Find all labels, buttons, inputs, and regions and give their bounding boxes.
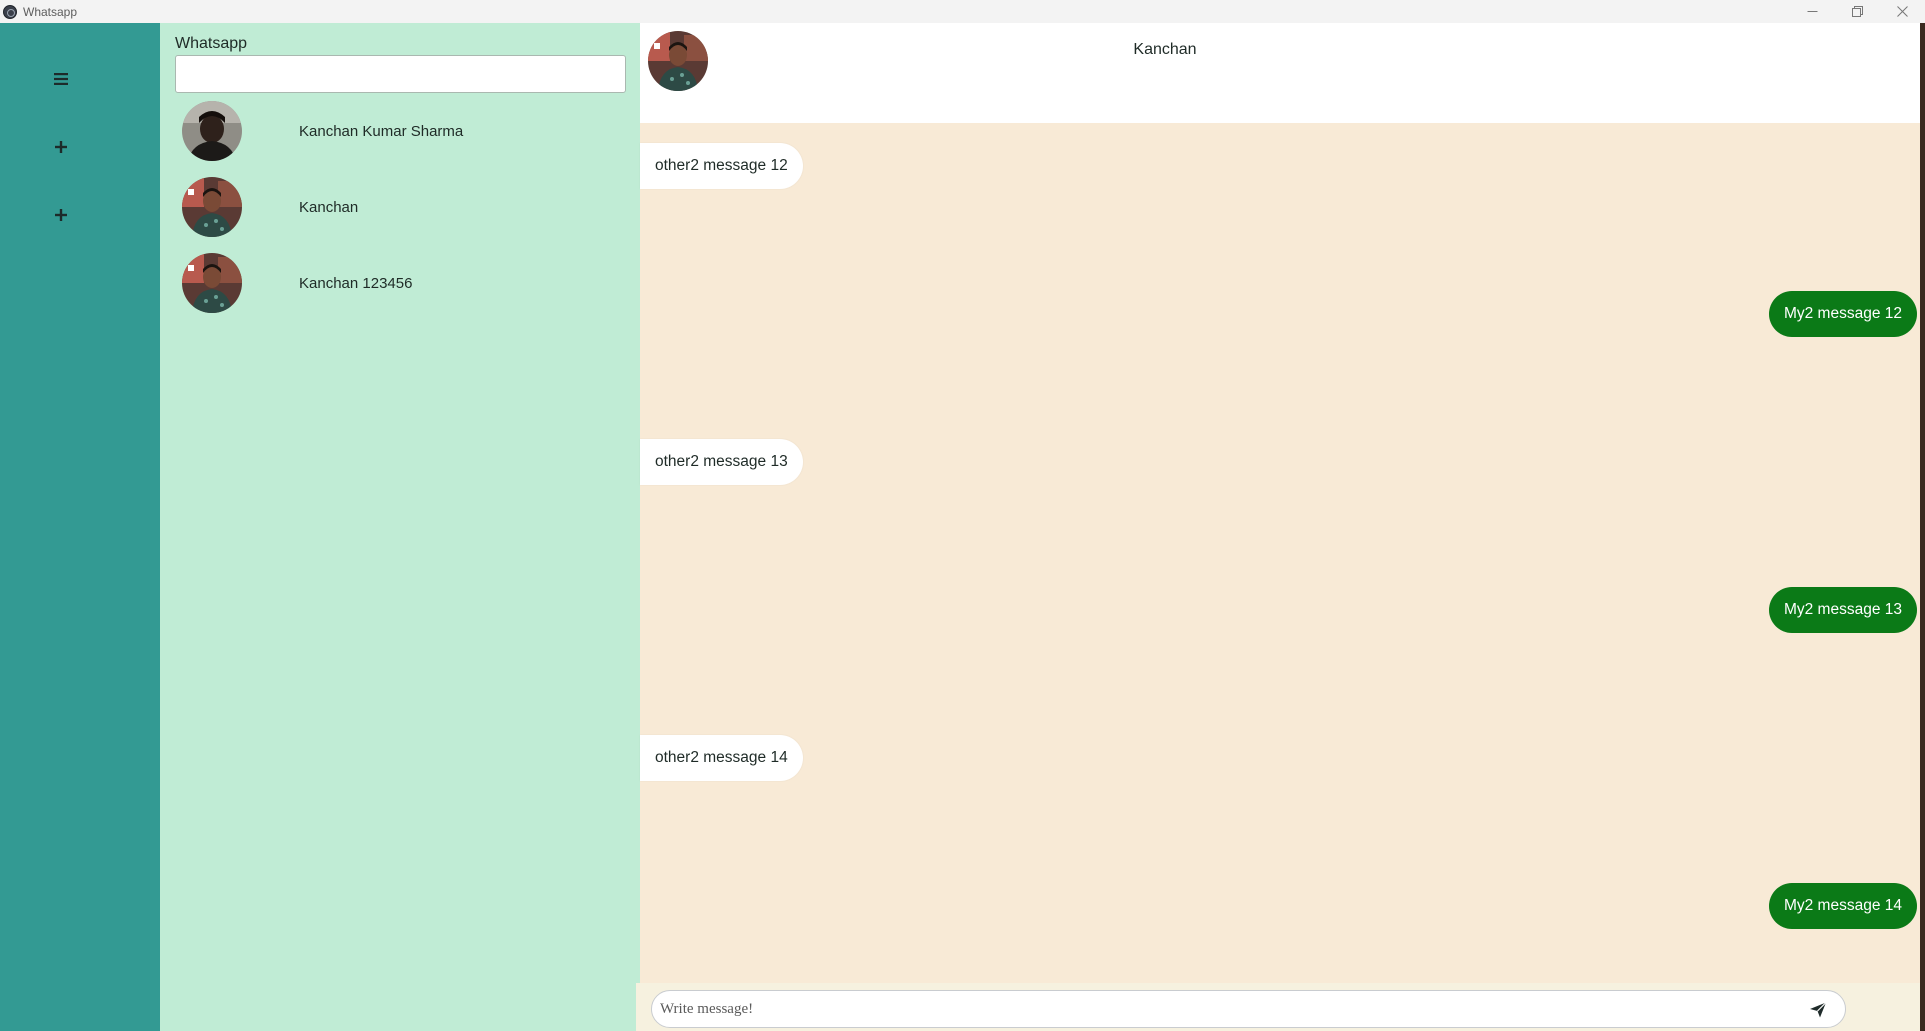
contact-item[interactable]: Kanchan 123456 [160, 251, 640, 315]
incoming-message: other2 message 14 [640, 735, 803, 781]
contact-name: Kanchan 123456 [299, 274, 413, 292]
window-controls [1790, 0, 1925, 23]
restore-icon [1852, 6, 1863, 17]
outgoing-message: My2 message 14 [1768, 883, 1917, 929]
minimize-button[interactable] [1790, 0, 1835, 23]
contact-name: Kanchan [299, 198, 359, 216]
message-list[interactable]: other2 message 12 My2 message 12 other2 … [640, 123, 1920, 983]
incoming-message: other2 message 13 [640, 439, 803, 485]
window-title: Whatsapp [23, 4, 78, 19]
plus-icon [55, 141, 67, 153]
composer-bar [636, 983, 1920, 1031]
add-button-1[interactable] [47, 133, 75, 161]
contacts-panel: Whatsapp Kanchan Kumar Sharma Kanchan Ka… [160, 23, 640, 1031]
restore-button[interactable] [1835, 0, 1880, 23]
send-button[interactable] [1807, 999, 1829, 1021]
app-window: Whatsapp Whatsapp Kanchan Kumar Sharma K… [0, 0, 1925, 1031]
close-icon [1897, 6, 1908, 17]
message-composer [651, 990, 1846, 1028]
message-input[interactable] [660, 991, 1790, 1027]
close-button[interactable] [1880, 0, 1925, 23]
contact-name: Kanchan Kumar Sharma [299, 122, 464, 140]
avatar [182, 253, 242, 313]
send-icon [1810, 1002, 1827, 1018]
hamburger-menu-icon [54, 73, 68, 85]
plus-icon [55, 209, 67, 221]
incoming-message: other2 message 12 [640, 143, 803, 189]
add-button-2[interactable] [47, 201, 75, 229]
window-edge [1920, 23, 1925, 1031]
avatar [182, 177, 242, 237]
panel-title: Whatsapp [175, 35, 248, 52]
minimize-icon [1807, 11, 1818, 12]
contact-item[interactable]: Kanchan [160, 175, 640, 239]
chat-avatar[interactable] [648, 31, 708, 91]
chat-contact-name: Kanchan [1133, 41, 1197, 58]
avatar [182, 101, 242, 161]
chat-header: Kanchan [640, 23, 1920, 123]
outgoing-message: My2 message 13 [1768, 587, 1917, 633]
search-input[interactable] [175, 55, 626, 93]
menu-button[interactable] [47, 65, 75, 93]
side-rail [0, 23, 160, 1031]
title-bar: Whatsapp [0, 0, 1925, 23]
app-logo-icon [3, 4, 17, 19]
outgoing-message: My2 message 12 [1768, 291, 1917, 337]
contact-item[interactable]: Kanchan Kumar Sharma [160, 99, 640, 163]
